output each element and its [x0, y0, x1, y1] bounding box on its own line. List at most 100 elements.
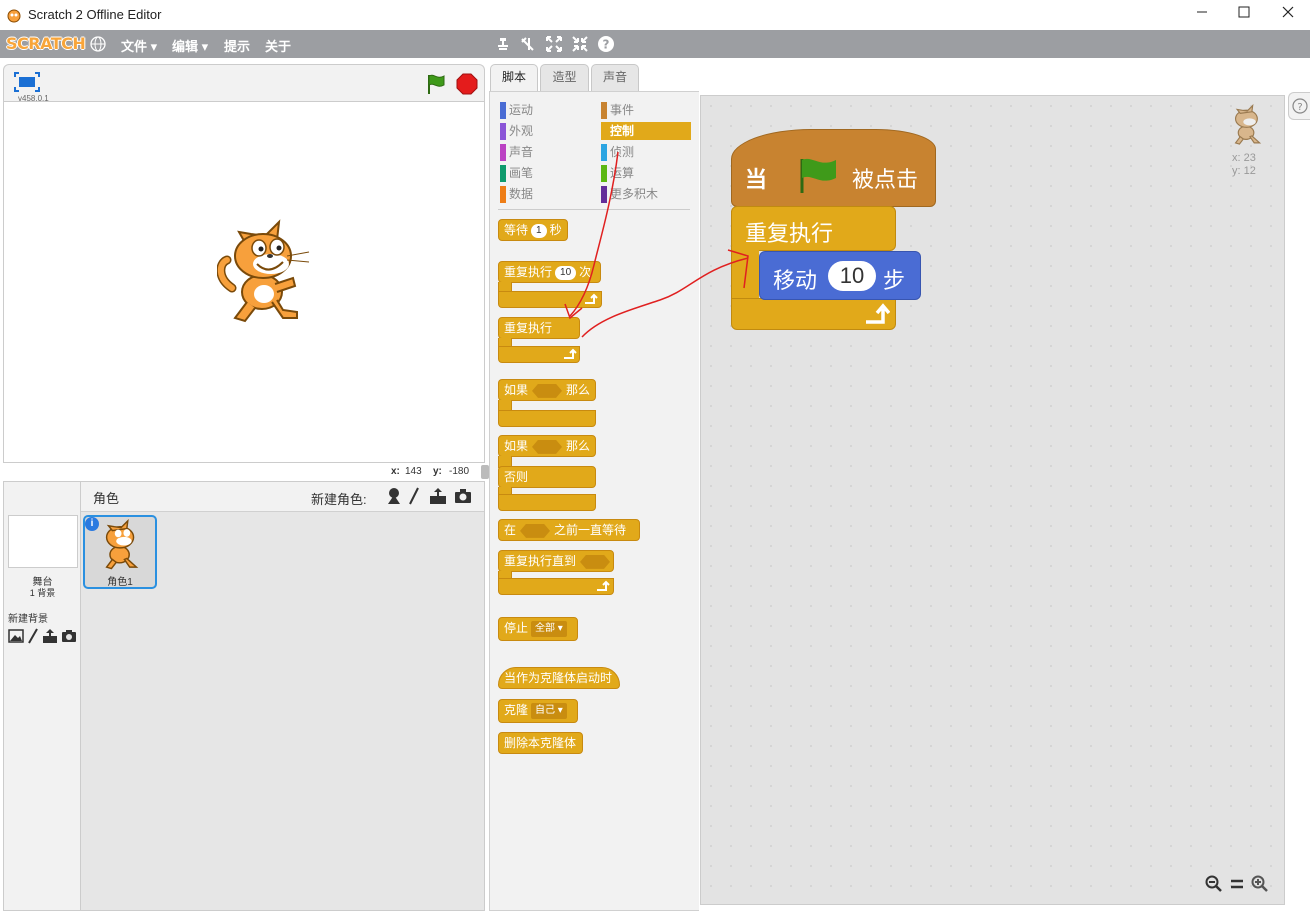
block-repeat[interactable]: 重复执行 10 次 [498, 261, 601, 283]
looks-swatch [500, 123, 506, 140]
fullscreen-icon[interactable] [14, 72, 40, 92]
sprites-title: 角色 [93, 491, 120, 506]
language-globe-icon[interactable] [90, 36, 106, 52]
block-delete-clone[interactable]: 删除本克隆体 [498, 732, 583, 754]
category-control[interactable]: 控制 [601, 122, 691, 140]
condition-slot[interactable] [580, 554, 611, 569]
sound-swatch [500, 144, 506, 161]
script-move-block[interactable]: 移动 10 步 [759, 251, 921, 300]
category-looks[interactable]: 外观 [500, 122, 590, 140]
hat-when-flag-clicked[interactable]: 当 被点击 [731, 129, 936, 207]
upload-sprite-icon[interactable] [429, 487, 447, 505]
block-if-else[interactable]: 如果 那么 [498, 435, 596, 457]
stage-header: v458.0.1 [3, 64, 485, 103]
sprite-x: x: 23 [1232, 152, 1256, 164]
help-panel-tab[interactable]: ? [1288, 92, 1310, 120]
palette-divider [498, 209, 690, 210]
menu-file[interactable]: 文件 ▾ [121, 36, 157, 55]
mouse-x-value: 143 [405, 466, 422, 477]
green-flag-icon[interactable] [425, 73, 447, 95]
zoom-reset-icon[interactable] [1229, 875, 1245, 893]
tab-costumes[interactable]: 造型 [540, 64, 589, 91]
tab-sounds[interactable]: 声音 [591, 64, 639, 91]
category-sensing[interactable]: 侦测 [601, 143, 691, 161]
stage-thumbnail[interactable] [8, 515, 78, 568]
zoom-in-icon[interactable] [1251, 875, 1269, 893]
move-steps-input[interactable]: 10 [828, 261, 876, 291]
mouse-coordinates: x: 143 y: -180 [3, 463, 489, 481]
clone-dropdown[interactable]: 自己 ▾ [531, 702, 567, 719]
forever-loop-arrow-icon [866, 303, 890, 324]
category-pen[interactable]: 画笔 [500, 164, 590, 182]
sprite-thumbnail-cat [105, 519, 139, 570]
new-sprite-label: 新建角色: [311, 492, 367, 507]
block-wait[interactable]: 等待 1 秒 [498, 219, 568, 241]
tab-scripts[interactable]: 脚本 [490, 64, 538, 92]
steps-label: 步 [883, 268, 906, 293]
delete-icon[interactable] [519, 35, 537, 53]
menu-about[interactable]: 关于 [265, 36, 291, 55]
category-operators[interactable]: 运算 [601, 164, 691, 182]
backdrop-library-icon[interactable] [8, 629, 24, 643]
pen-swatch [500, 165, 506, 182]
hat-clicked-label: 被点击 [852, 167, 919, 192]
sensing-swatch [601, 144, 607, 161]
condition-slot[interactable] [520, 523, 551, 538]
category-events[interactable]: 事件 [601, 101, 691, 119]
block-wait-until[interactable]: 在之前一直等待 [498, 519, 640, 541]
sprites-header: 角色 新建角色: [81, 482, 484, 512]
camera-backdrop-icon[interactable] [61, 629, 77, 643]
block-when-clone-starts[interactable]: 当作为克隆体启动时 [498, 667, 620, 689]
category-data[interactable]: 数据 [500, 185, 590, 203]
help-circle-icon: ? [1292, 98, 1308, 114]
block-create-clone[interactable]: 克隆 自己 ▾ [498, 699, 578, 723]
minimize-icon [1197, 11, 1207, 13]
paint-sprite-icon[interactable] [408, 487, 420, 505]
stage-canvas[interactable] [3, 101, 485, 463]
sprite-tile-cat[interactable]: i 角色1 [83, 515, 157, 589]
upload-backdrop-icon[interactable] [42, 628, 58, 644]
block-forever[interactable]: 重复执行 [498, 317, 580, 339]
scratch-cat-app-icon [7, 9, 21, 23]
scratch-logo[interactable]: SCRATCH [6, 34, 86, 53]
loop-arrow-icon [585, 293, 598, 304]
duplicate-icon[interactable] [494, 35, 512, 53]
help-icon[interactable]: ? [597, 35, 615, 53]
condition-slot[interactable] [532, 439, 563, 454]
hat-when-label: 当 [745, 167, 768, 192]
stop-dropdown[interactable]: 全部 ▾ [531, 620, 567, 637]
camera-sprite-icon[interactable] [454, 488, 472, 504]
operators-swatch [601, 165, 607, 182]
sprite-library-icon[interactable] [386, 487, 402, 505]
block-stop[interactable]: 停止 全部 ▾ [498, 617, 578, 641]
menu-edit[interactable]: 编辑 ▾ [172, 36, 208, 55]
block-palette: 运动 外观 声音 画笔 数据 事件 控制 侦测 运算 更多积木 等待 1 秒 重复执… [489, 91, 699, 911]
sprite-y: y: 12 [1232, 165, 1256, 177]
block-if-then[interactable]: 如果 那么 [498, 379, 596, 401]
minimize-button[interactable] [1182, 3, 1222, 27]
category-motion[interactable]: 运动 [500, 101, 590, 119]
stop-sign-icon[interactable] [456, 73, 478, 95]
data-swatch [500, 186, 506, 203]
scratch-cat-sprite[interactable] [217, 218, 317, 326]
zoom-out-icon[interactable] [1205, 875, 1223, 893]
mouse-y-label: y: [433, 466, 442, 477]
condition-slot[interactable] [532, 383, 563, 398]
script-area[interactable]: x: 23 y: 12 当 被点击 重复执行 移动 10 步 [700, 95, 1285, 905]
menu-tips[interactable]: 提示 [224, 36, 250, 55]
category-more-blocks[interactable]: 更多积木 [601, 185, 691, 203]
grow-icon[interactable] [545, 35, 563, 53]
block-repeat-until[interactable]: 重复执行直到 [498, 550, 614, 572]
maximize-button[interactable] [1224, 3, 1264, 27]
else-section: 否则 [498, 466, 596, 488]
stage-collapse-handle[interactable] [481, 465, 489, 479]
backdrop-count: 1 背景 [29, 588, 56, 598]
category-sound[interactable]: 声音 [500, 143, 590, 161]
close-button[interactable] [1268, 3, 1308, 27]
paint-backdrop-icon[interactable] [27, 628, 39, 644]
title-bar: Scratch 2 Offline Editor [0, 0, 1310, 30]
shrink-icon[interactable] [571, 35, 589, 53]
svg-text:?: ? [1297, 102, 1302, 113]
script-forever-block[interactable]: 重复执行 [731, 206, 896, 251]
if-c-bottom [498, 410, 596, 427]
